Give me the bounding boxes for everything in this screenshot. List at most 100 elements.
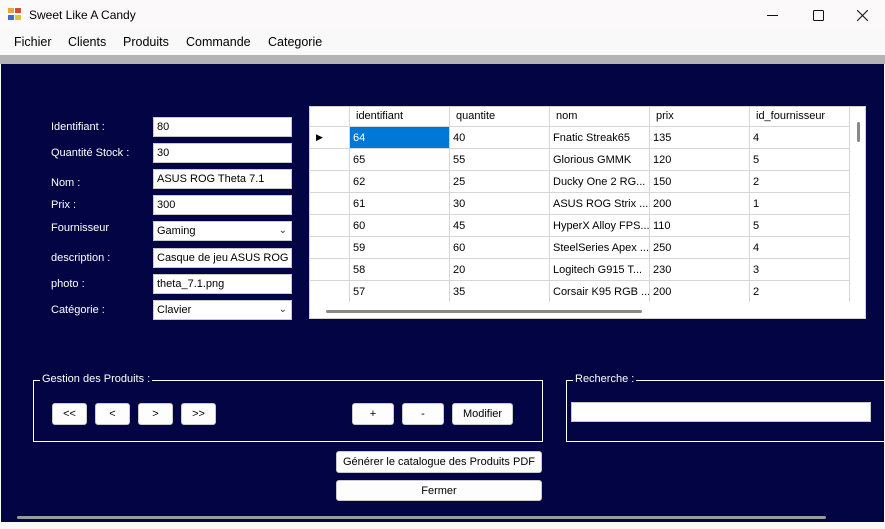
table-cell[interactable]: 1 xyxy=(750,193,850,215)
gestion-produits-title: Gestion des Produits : xyxy=(40,373,153,385)
recherche-title: Recherche : xyxy=(573,373,637,385)
table-cell[interactable]: Corsair K95 RGB ... xyxy=(550,281,650,303)
table-cell[interactable]: 25 xyxy=(450,171,550,193)
table-cell[interactable]: 230 xyxy=(650,259,750,281)
row-header[interactable] xyxy=(310,171,350,193)
first-record-button[interactable]: << xyxy=(52,403,87,425)
table-cell[interactable]: 4 xyxy=(750,127,850,149)
prix-input[interactable]: 300 xyxy=(153,195,292,215)
table-cell[interactable]: 35 xyxy=(450,281,550,303)
table-cell[interactable]: 3 xyxy=(750,259,850,281)
row-header[interactable] xyxy=(310,237,350,259)
label-quantite: Quantité Stock : xyxy=(51,147,130,159)
row-header[interactable] xyxy=(310,281,350,303)
minimize-button[interactable] xyxy=(749,0,795,30)
table-cell[interactable]: 2 xyxy=(750,171,850,193)
table-cell[interactable]: Ducky One 2 RG... xyxy=(550,171,650,193)
table-cell[interactable]: 200 xyxy=(650,281,750,303)
table-cell[interactable]: 30 xyxy=(450,193,550,215)
table-cell[interactable]: 61 xyxy=(350,193,450,215)
row-header[interactable] xyxy=(310,215,350,237)
grid-vertical-scrollbar[interactable] xyxy=(850,107,865,302)
search-input[interactable] xyxy=(571,402,871,422)
app-icon[interactable] xyxy=(8,8,22,21)
menu-categorie[interactable]: Categorie xyxy=(268,35,322,49)
chevron-down-icon: ⌄ xyxy=(278,304,287,315)
scroll-thumb[interactable] xyxy=(326,310,642,313)
label-fournisseur: Fournisseur xyxy=(51,222,110,234)
table-cell[interactable]: 200 xyxy=(650,193,750,215)
table-cell[interactable]: 110 xyxy=(650,215,750,237)
col-header-nom[interactable]: nom xyxy=(550,107,650,127)
table-cell[interactable]: 59 xyxy=(350,237,450,259)
fournisseur-value: Gaming xyxy=(157,225,196,237)
label-prix: Prix : xyxy=(51,199,77,211)
table-cell[interactable]: 20 xyxy=(450,259,550,281)
table-cell[interactable]: 4 xyxy=(750,237,850,259)
table-cell[interactable]: 2 xyxy=(750,281,850,303)
generate-pdf-button[interactable]: Générer le catalogue des Produits PDF xyxy=(336,451,542,473)
col-header-identifiant[interactable]: identifiant xyxy=(350,107,450,127)
nom-input[interactable]: ASUS ROG Theta 7.1 xyxy=(153,169,292,189)
table-cell[interactable]: ASUS ROG Strix ... xyxy=(550,193,650,215)
table-cell[interactable]: 5 xyxy=(750,149,850,171)
table-cell[interactable]: Fnatic Streak65 xyxy=(550,127,650,149)
table-cell[interactable]: 58 xyxy=(350,259,450,281)
modify-button[interactable]: Modifier xyxy=(452,403,513,425)
col-header-quantite[interactable]: quantite xyxy=(450,107,550,127)
table-cell[interactable]: 120 xyxy=(650,149,750,171)
row-header[interactable]: ▶ xyxy=(310,127,350,149)
label-description: description : xyxy=(51,252,111,264)
products-grid[interactable]: identifiant quantite nom prix id_fournis… xyxy=(309,106,866,319)
table-cell[interactable]: 250 xyxy=(650,237,750,259)
close-button[interactable] xyxy=(839,0,885,30)
row-header[interactable] xyxy=(310,193,350,215)
menu-bar: Fichier Clients Produits Commande Catego… xyxy=(0,30,885,54)
table-cell[interactable]: Glorious GMMK xyxy=(550,149,650,171)
grid-horizontal-scrollbar[interactable] xyxy=(310,302,865,318)
scroll-thumb[interactable] xyxy=(17,516,826,519)
delete-button[interactable]: - xyxy=(402,403,444,425)
fournisseur-select[interactable]: Gaming ⌄ xyxy=(153,221,292,241)
quantite-input[interactable]: 30 xyxy=(153,143,292,163)
table-cell[interactable]: 60 xyxy=(350,215,450,237)
table-cell[interactable]: 5 xyxy=(750,215,850,237)
row-header[interactable] xyxy=(310,149,350,171)
menu-fichier[interactable]: Fichier xyxy=(14,35,52,49)
identifiant-input[interactable]: 80 xyxy=(153,117,292,137)
table-cell[interactable]: 150 xyxy=(650,171,750,193)
row-header[interactable] xyxy=(310,259,350,281)
table-cell[interactable]: 45 xyxy=(450,215,550,237)
table-cell[interactable]: 57 xyxy=(350,281,450,303)
table-cell[interactable]: 55 xyxy=(450,149,550,171)
table-cell[interactable]: 135 xyxy=(650,127,750,149)
maximize-button[interactable] xyxy=(795,0,841,30)
table-cell[interactable]: 40 xyxy=(450,127,550,149)
col-header-id-fournisseur[interactable]: id_fournisseur xyxy=(750,107,850,127)
scroll-thumb[interactable] xyxy=(857,122,860,142)
table-cell[interactable]: SteelSeries Apex ... xyxy=(550,237,650,259)
menu-commande[interactable]: Commande xyxy=(186,35,251,49)
table-cell[interactable]: 62 xyxy=(350,171,450,193)
add-button[interactable]: + xyxy=(352,403,394,425)
table-cell[interactable]: 64 xyxy=(350,127,450,149)
table-cell[interactable]: HyperX Alloy FPS... xyxy=(550,215,650,237)
last-record-button[interactable]: >> xyxy=(181,403,216,425)
close-form-button[interactable]: Fermer xyxy=(336,480,542,501)
label-categorie: Catégorie : xyxy=(51,304,105,316)
next-record-button[interactable]: > xyxy=(138,403,173,425)
col-header-prix[interactable]: prix xyxy=(650,107,750,127)
table-cell[interactable]: 60 xyxy=(450,237,550,259)
categorie-select[interactable]: Clavier ⌄ xyxy=(153,300,292,320)
table-cell[interactable]: Logitech G915 T... xyxy=(550,259,650,281)
menu-produits[interactable]: Produits xyxy=(123,35,169,49)
description-input[interactable]: Casque de jeu ASUS ROG a xyxy=(153,248,292,268)
table-cell[interactable]: 65 xyxy=(350,149,450,171)
current-row-arrow-icon: ▶ xyxy=(316,132,323,142)
menu-clients[interactable]: Clients xyxy=(68,35,106,49)
title-bar: Sweet Like A Candy xyxy=(0,0,885,30)
previous-record-button[interactable]: < xyxy=(95,403,130,425)
photo-input[interactable]: theta_7.1.png xyxy=(153,274,292,294)
label-nom: Nom : xyxy=(51,177,81,189)
panel-horizontal-scrollbar[interactable] xyxy=(1,512,884,522)
